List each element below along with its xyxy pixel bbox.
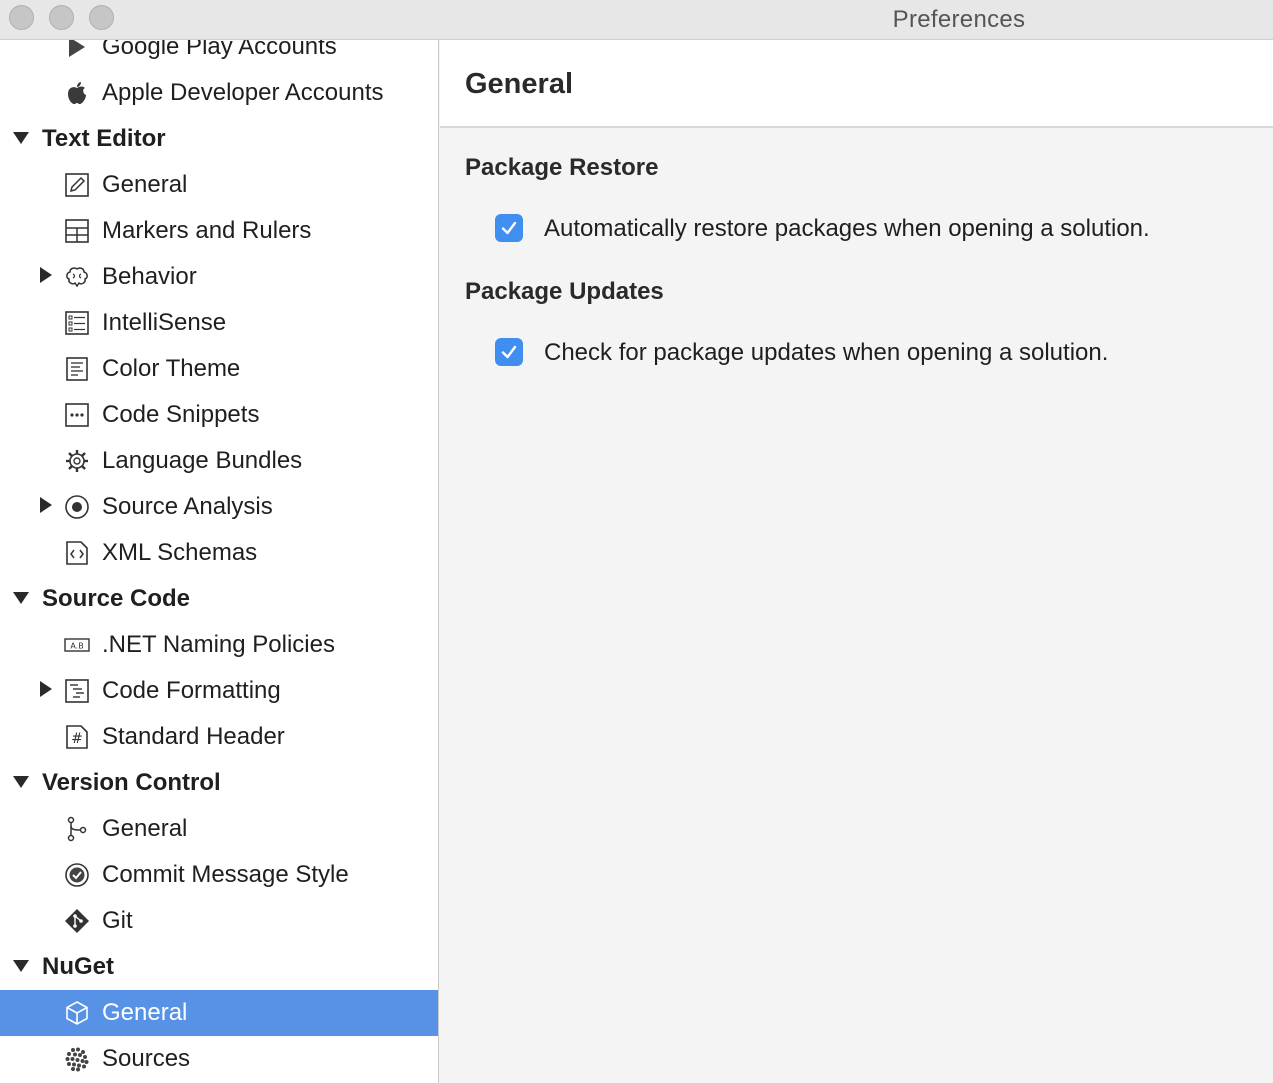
checkmark-icon — [501, 345, 517, 359]
grid-icon — [64, 218, 90, 244]
preferences-sidebar[interactable]: Google Play Accounts Apple Developer Acc… — [0, 40, 439, 1083]
page-title: General — [465, 68, 573, 100]
sidebar-item-intellisense[interactable]: IntelliSense — [0, 300, 438, 346]
gear-icon — [64, 448, 90, 474]
sidebar-item-code-snippets[interactable]: Code Snippets — [0, 392, 438, 438]
restore-packages-label[interactable]: Automatically restore packages when open… — [544, 215, 1150, 243]
sidebar-item-xml-schemas[interactable]: XML Schemas — [0, 530, 438, 576]
section-title-package-restore: Package Restore — [465, 154, 659, 181]
sidebar-item-commit-message-style[interactable]: Commit Message Style — [0, 852, 438, 898]
sidebar-item-code-formatting[interactable]: Code Formatting — [0, 668, 438, 714]
sidebar-item-nuget-sources[interactable]: Sources — [0, 1036, 438, 1082]
sidebar-item-google-play-accounts[interactable]: Google Play Accounts — [0, 40, 438, 70]
google-play-icon — [64, 40, 90, 60]
sidebar-item-source-analysis[interactable]: Source Analysis — [0, 484, 438, 530]
sidebar-group-text-editor[interactable]: Text Editor — [0, 116, 438, 162]
dots-box-icon — [64, 402, 90, 428]
sidebar-item-nuget-general[interactable]: General — [0, 990, 438, 1036]
sidebar-item-standard-header[interactable]: # Standard Header — [0, 714, 438, 760]
panel-header: General — [440, 40, 1273, 128]
document-lines-icon — [64, 356, 90, 382]
list-icon — [64, 310, 90, 336]
naming-icon: A.B — [64, 632, 90, 658]
window-title: Preferences — [892, 6, 1026, 33]
check-updates-checkbox[interactable] — [495, 338, 523, 366]
svg-text:A.B: A.B — [70, 642, 83, 651]
sidebar-item-net-naming-policies[interactable]: A.B .NET Naming Policies — [0, 622, 438, 668]
pencil-icon — [64, 172, 90, 198]
disclosure-triangle-expanded[interactable] — [13, 776, 29, 788]
code-file-icon — [64, 540, 90, 566]
git-icon — [64, 908, 90, 934]
sidebar-group-source-code[interactable]: Source Code — [0, 576, 438, 622]
disclosure-triangle-expanded[interactable] — [13, 592, 29, 604]
sidebar-group-nuget[interactable]: NuGet — [0, 944, 438, 990]
disclosure-triangle-collapsed[interactable] — [40, 497, 52, 513]
sidebar-group-version-control[interactable]: Version Control — [0, 760, 438, 806]
branch-icon — [64, 816, 90, 842]
sidebar-item-behavior[interactable]: Behavior — [0, 254, 438, 300]
disclosure-triangle-collapsed[interactable] — [40, 267, 52, 283]
checkmark-icon — [501, 221, 517, 235]
apple-icon — [64, 80, 90, 106]
sources-icon — [64, 1046, 90, 1072]
sidebar-item-color-theme[interactable]: Color Theme — [0, 346, 438, 392]
sidebar-item-markers-and-rulers[interactable]: Markers and Rulers — [0, 208, 438, 254]
sidebar-item-text-editor-general[interactable]: General — [0, 162, 438, 208]
disclosure-triangle-expanded[interactable] — [13, 960, 29, 972]
sidebar-item-git[interactable]: Git — [0, 898, 438, 944]
title-bar: Preferences — [0, 0, 1273, 40]
disclosure-triangle-collapsed[interactable] — [40, 681, 52, 697]
check-circle-icon — [64, 862, 90, 888]
hash-file-icon: # — [64, 724, 90, 750]
restore-packages-checkbox[interactable] — [495, 214, 523, 242]
section-title-package-updates: Package Updates — [465, 278, 664, 305]
package-icon — [64, 1000, 90, 1026]
preferences-panel: General Package Restore Automatically re… — [440, 40, 1273, 1083]
sidebar-item-apple-developer-accounts[interactable]: Apple Developer Accounts — [0, 70, 438, 116]
sidebar-item-version-control-general[interactable]: General — [0, 806, 438, 852]
radio-target-icon — [64, 494, 90, 520]
sidebar-item-language-bundles[interactable]: Language Bundles — [0, 438, 438, 484]
disclosure-triangle-expanded[interactable] — [13, 132, 29, 144]
brain-icon — [64, 264, 90, 290]
svg-text:#: # — [71, 731, 83, 747]
format-icon — [64, 678, 90, 704]
check-updates-label[interactable]: Check for package updates when opening a… — [544, 339, 1108, 367]
